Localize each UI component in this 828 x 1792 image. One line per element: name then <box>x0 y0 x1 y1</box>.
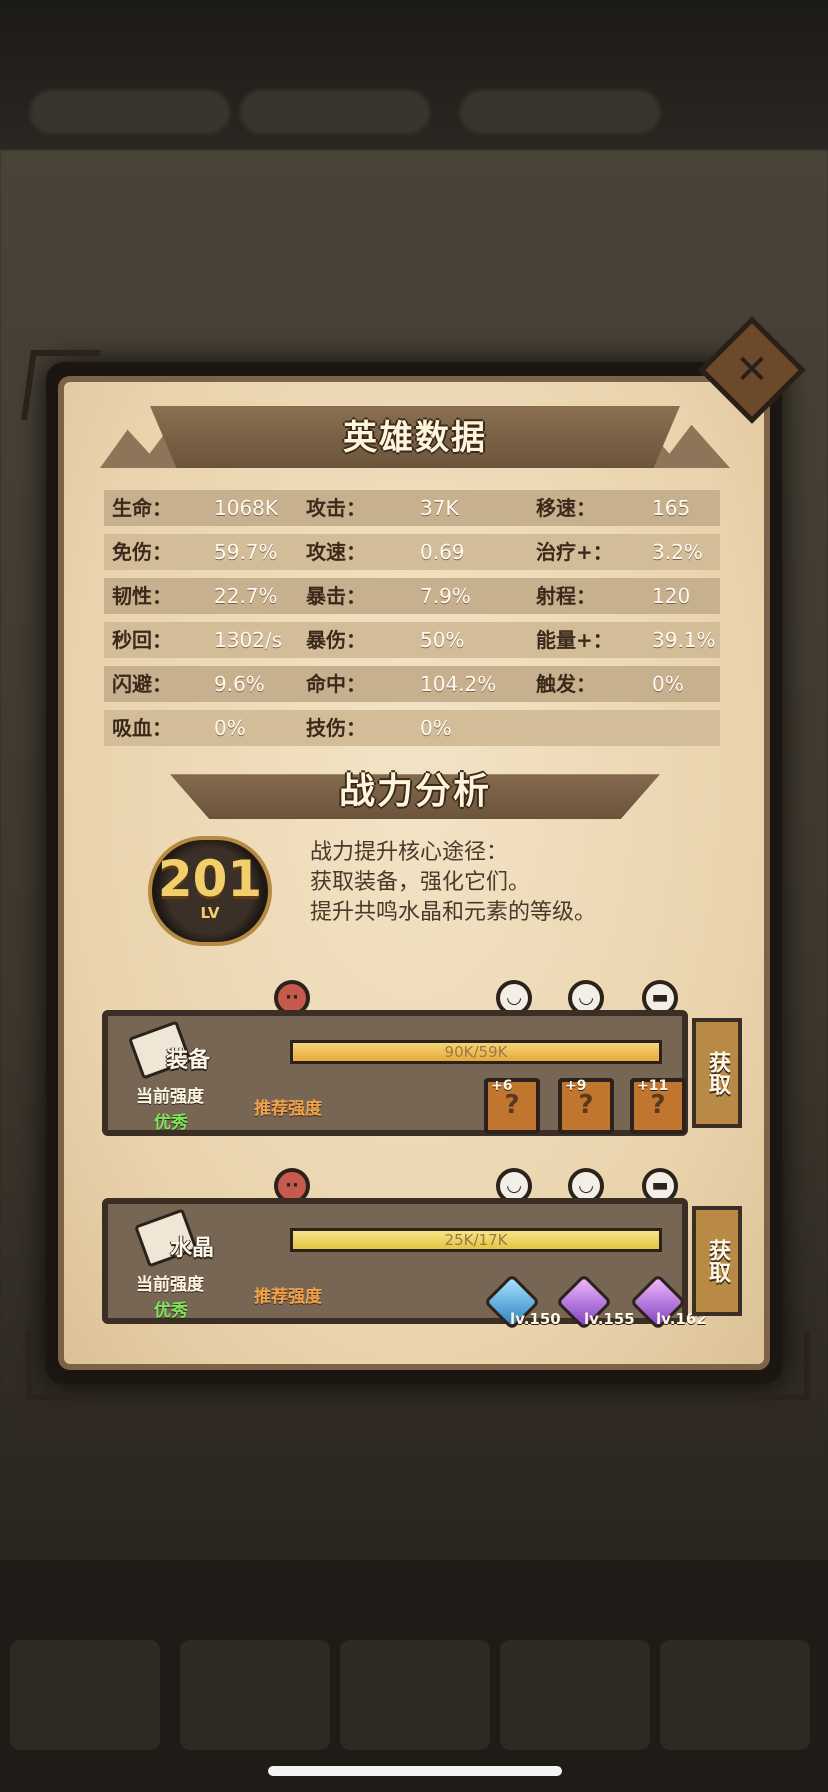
unknown-item-icon: ? <box>578 1090 594 1120</box>
current-strength-label: 当前强度 <box>136 1275 204 1295</box>
stats-table: 生命： 1068K 攻击： 37K 移速： 165 免伤： 59.7% 攻速： … <box>104 490 720 754</box>
current-strength-label: 当前强度 <box>136 1087 204 1107</box>
current-strength-value: 优秀 <box>154 1301 188 1321</box>
background-tab-3 <box>340 1640 490 1750</box>
background-tab-4 <box>500 1640 650 1750</box>
background-tab-2 <box>180 1640 330 1750</box>
slot-enhance-level: +9 <box>565 1078 587 1094</box>
analysis-title: 战力分析 <box>338 771 491 812</box>
stat-value: 0% <box>652 672 684 696</box>
tip-line: 获取装备，强化它们。 <box>310 870 531 895</box>
stat-label: 吸血： <box>112 716 172 740</box>
background-resource-3 <box>460 90 660 134</box>
stat-value: 0% <box>420 716 452 740</box>
background-resource-1 <box>30 90 230 134</box>
stat-value: 22.7% <box>214 584 278 608</box>
slot-enhance-level: +11 <box>637 1078 669 1094</box>
stat-label: 免伤： <box>112 540 172 564</box>
stat-label: 暴伤： <box>306 628 366 652</box>
stat-value: 59.7% <box>214 540 278 564</box>
corner-ornament <box>21 350 101 420</box>
stat-label: 能量+： <box>536 628 613 652</box>
crystal-level: lv.150 <box>510 1310 561 1328</box>
stat-value: 120 <box>652 584 691 608</box>
stat-value: 104.2% <box>420 672 497 696</box>
stat-value: 1068K <box>214 496 279 520</box>
get-crystal-button[interactable]: 获取 <box>692 1206 742 1316</box>
stat-label: 韧性： <box>112 584 172 608</box>
equipment-slot[interactable]: ? +9 <box>558 1078 614 1134</box>
tip-line: 战力提升核心途径： <box>310 840 509 865</box>
stat-label: 攻速： <box>306 540 366 564</box>
crystal-level: lv.155 <box>584 1310 635 1328</box>
stat-value: 1302/s <box>214 628 283 652</box>
stat-value: 9.6% <box>214 672 265 696</box>
unknown-item-icon: ? <box>650 1090 666 1120</box>
stat-value: 3.2% <box>652 540 703 564</box>
stat-value: 7.9% <box>420 584 471 608</box>
crystal-progress-bar: 25K/17K <box>290 1228 662 1252</box>
stat-label: 技伤： <box>306 716 366 740</box>
stat-label: 移速： <box>536 496 596 520</box>
stat-value: 165 <box>652 496 691 520</box>
stats-row: 免伤： 59.7% 攻速： 0.69 治疗+： 3.2% <box>104 534 720 570</box>
home-indicator[interactable] <box>268 1766 562 1776</box>
modal-title: 英雄数据 <box>343 418 487 458</box>
background-resource-2 <box>240 90 430 134</box>
stats-row: 生命： 1068K 攻击： 37K 移速： 165 <box>104 490 720 526</box>
stat-label: 攻击： <box>306 496 366 520</box>
recommended-strength-label: 推荐强度 <box>254 1099 322 1119</box>
close-icon: ✕ <box>735 346 769 393</box>
stat-value: 39.1% <box>652 628 716 652</box>
background-tab-1 <box>10 1640 160 1750</box>
stat-label: 命中： <box>306 672 366 696</box>
corner-ornament <box>26 1330 96 1400</box>
corner-ornament <box>740 1330 810 1400</box>
background-tab-5 <box>660 1640 810 1750</box>
current-strength-value: 优秀 <box>154 1113 188 1133</box>
stat-value: 0.69 <box>420 540 465 564</box>
stats-row: 吸血： 0% 技伤： 0% <box>104 710 720 746</box>
equipment-slot[interactable]: ? +6 <box>484 1078 540 1134</box>
stat-label: 秒回： <box>112 628 172 652</box>
background-top-bar <box>0 0 828 160</box>
equipment-slot[interactable]: ? +11 <box>630 1078 686 1134</box>
tip-line: 提升共鸣水晶和元素的等级。 <box>310 900 597 925</box>
stat-label: 触发： <box>536 672 596 696</box>
stat-value: 50% <box>420 628 465 652</box>
stat-value: 0% <box>214 716 246 740</box>
stat-value: 37K <box>420 496 459 520</box>
equipment-progress-bar: 90K/59K <box>290 1040 662 1064</box>
level-label: LV <box>200 904 220 922</box>
stat-label: 暴击： <box>306 584 366 608</box>
crystal-label: 水晶 <box>170 1236 215 1261</box>
equipment-label: 装备 <box>166 1048 211 1073</box>
equipment-progress-text: 90K/59K <box>444 1043 508 1061</box>
slot-enhance-level: +6 <box>491 1078 513 1094</box>
stat-label: 射程： <box>536 584 596 608</box>
stats-row: 秒回： 1302/s 暴伤： 50% 能量+： 39.1% <box>104 622 720 658</box>
recommended-strength-label: 推荐强度 <box>254 1287 322 1307</box>
stat-label: 生命： <box>112 496 172 520</box>
level-number: 201 <box>157 850 263 908</box>
stats-row: 闪避： 9.6% 命中： 104.2% 触发： 0% <box>104 666 720 702</box>
power-tips: 战力提升核心途径： 获取装备，强化它们。 提升共鸣水晶和元素的等级。 <box>310 838 596 928</box>
stats-row: 韧性： 22.7% 暴击： 7.9% 射程： 120 <box>104 578 720 614</box>
crystal-progress-text: 25K/17K <box>444 1231 508 1249</box>
unknown-item-icon: ? <box>504 1090 520 1120</box>
stat-label: 闪避： <box>112 672 172 696</box>
stat-label: 治疗+： <box>536 540 613 564</box>
get-equipment-button[interactable]: 获取 <box>692 1018 742 1128</box>
